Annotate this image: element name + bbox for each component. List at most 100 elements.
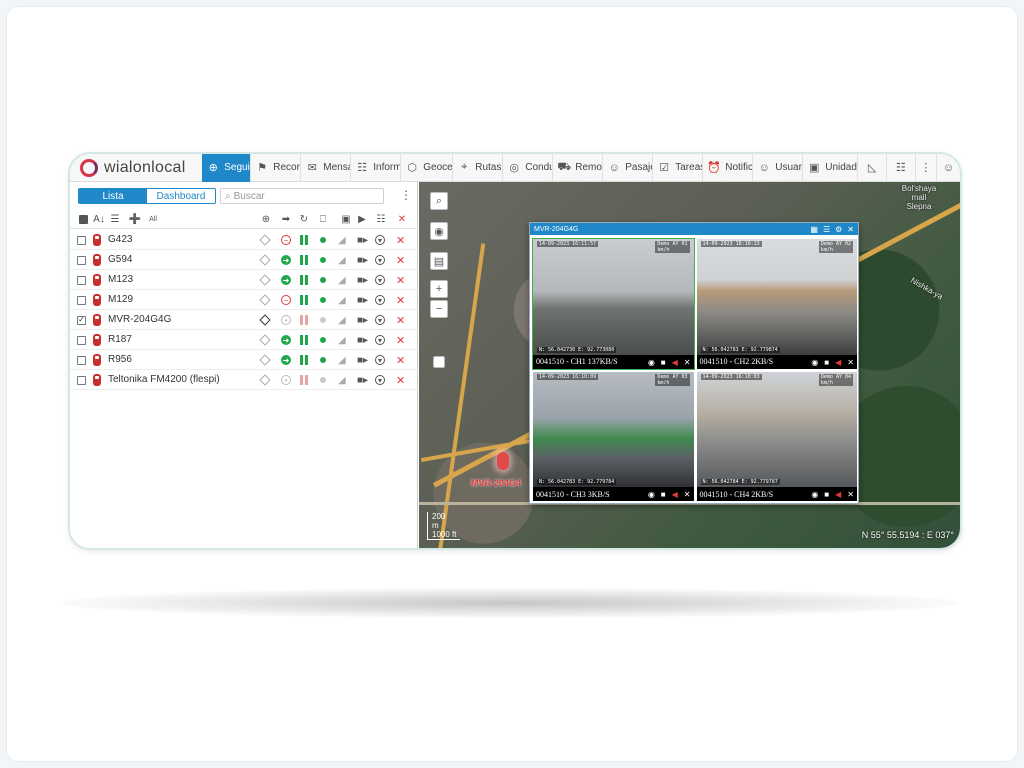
- unit-name[interactable]: MVR-204G4G: [108, 314, 171, 325]
- zoom-out-button[interactable]: −: [430, 300, 448, 318]
- mute-icon[interactable]: ◀: [835, 490, 841, 499]
- unit-checkbox[interactable]: [77, 373, 86, 387]
- delete-icon[interactable]: ✕: [396, 373, 405, 387]
- sort-az-icon[interactable]: A↓: [92, 212, 106, 226]
- close-icon[interactable]: ✕: [847, 225, 854, 234]
- unit-row[interactable]: R187 ➜ ◢ ■▸ ▾ ✕: [70, 330, 418, 350]
- locate-icon[interactable]: [259, 233, 271, 247]
- image-icon[interactable]: ◢: [338, 353, 346, 367]
- camera-feed-3[interactable]: 14-09-2023 16:10:09 Demo AY 03 km/h N: 5…: [533, 371, 694, 501]
- list-icon[interactable]: ☰: [823, 225, 830, 234]
- camera-icon[interactable]: ◉: [648, 490, 655, 499]
- delete-icon[interactable]: ✕: [396, 333, 405, 347]
- locate-icon[interactable]: [259, 373, 271, 387]
- tab-6[interactable]: ⌖ Rutas: [453, 154, 504, 182]
- locate-icon[interactable]: [259, 253, 271, 267]
- camera-feed-4[interactable]: 14-09-2023 16:10:03 Demo AY 04 km/h N: 5…: [696, 371, 857, 501]
- panel-menu-icon[interactable]: ⋮: [400, 188, 412, 202]
- video-window-header[interactable]: MVR-204G4G ▦ ☰ ⚙ ✕: [530, 223, 858, 235]
- motion-column-icon[interactable]: ➡: [279, 212, 293, 226]
- map-search-button[interactable]: ⌕: [430, 192, 448, 210]
- unit-name[interactable]: R956: [108, 354, 132, 365]
- unit-checkbox[interactable]: [77, 353, 86, 367]
- unit-name[interactable]: R187: [108, 334, 132, 345]
- commands-icon[interactable]: ▾: [375, 353, 385, 367]
- search-input[interactable]: ⌕ Buscar: [220, 188, 384, 204]
- select-all-checkbox[interactable]: [76, 212, 90, 226]
- unit-row[interactable]: R956 ➜ ◢ ■▸ ▾ ✕: [70, 350, 418, 370]
- stop-icon[interactable]: ■: [661, 490, 666, 499]
- delete-icon[interactable]: ✕: [396, 233, 405, 247]
- commands-icon[interactable]: ▾: [375, 293, 385, 307]
- locate-icon[interactable]: [259, 333, 271, 347]
- mute-icon[interactable]: ◀: [672, 490, 678, 499]
- tab-8[interactable]: ⛟Remolques: [553, 154, 604, 182]
- unit-name[interactable]: M129: [108, 294, 133, 305]
- tab-3[interactable]: ✉ Mensajes: [301, 154, 352, 182]
- unit-name[interactable]: M123: [108, 274, 133, 285]
- video-column-icon[interactable]: ▶: [355, 212, 369, 226]
- unit-checkbox[interactable]: [77, 293, 86, 307]
- delete-icon[interactable]: ✕: [396, 273, 405, 287]
- user-menu[interactable]: ☺: [937, 154, 960, 182]
- fullscreen-icon[interactable]: ✕: [684, 358, 691, 367]
- unit-row[interactable]: M123 ➜ ◢ ■▸ ▾ ✕: [70, 270, 418, 290]
- tab-13[interactable]: ▣ Unidades: [803, 154, 859, 182]
- map-layers-button[interactable]: ▤: [430, 252, 448, 270]
- unit-row[interactable]: G594 ➜ ◢ ■▸ ▾ ✕: [70, 250, 418, 270]
- unit-row[interactable]: Teltonika FM4200 (flespi) • ◢ ■▸ ▾ ✕: [70, 370, 418, 390]
- tab-10[interactable]: ☑ Tareas: [653, 154, 704, 182]
- commands-icon[interactable]: ▾: [375, 233, 385, 247]
- tab-1[interactable]: ⊕ Seguimiento: [202, 154, 252, 182]
- locate-icon[interactable]: [259, 353, 271, 367]
- layout-icon[interactable]: ▦: [810, 225, 818, 234]
- locate-icon[interactable]: [259, 293, 271, 307]
- tab-2[interactable]: ⚑ Recorridos: [251, 154, 302, 182]
- video-icon[interactable]: ■▸: [357, 293, 368, 307]
- video-icon[interactable]: ■▸: [357, 253, 368, 267]
- unit-name[interactable]: G423: [108, 234, 132, 245]
- commands-icon[interactable]: ▾: [375, 253, 385, 267]
- locate-icon[interactable]: [259, 273, 271, 287]
- video-icon[interactable]: ■▸: [357, 373, 368, 387]
- tab-5[interactable]: ⬡ Geocercas: [401, 154, 454, 182]
- image-icon[interactable]: ◢: [338, 333, 346, 347]
- tab-list[interactable]: Lista: [79, 189, 147, 203]
- delete-icon[interactable]: ✕: [396, 313, 405, 327]
- map-visibility-button[interactable]: ◉: [430, 222, 448, 240]
- unit-checkbox[interactable]: ✓: [77, 313, 86, 327]
- settings-icon[interactable]: ⚙: [835, 225, 842, 234]
- mute-icon[interactable]: ◀: [835, 358, 841, 367]
- image-icon[interactable]: ◢: [338, 273, 346, 287]
- commands-icon[interactable]: ▾: [375, 333, 385, 347]
- camera-icon[interactable]: ◉: [648, 358, 655, 367]
- image-icon[interactable]: ◢: [338, 233, 346, 247]
- add-units-icon[interactable]: ➕: [128, 212, 142, 226]
- map-view[interactable]: Bol'shaya mall Slepna Nishka-ya ⌕ ◉ ▤ + …: [419, 182, 960, 548]
- commands-icon[interactable]: ▾: [375, 273, 385, 287]
- map-toggle-button[interactable]: [433, 356, 445, 368]
- tab-measure[interactable]: ◺: [858, 154, 887, 182]
- delete-icon[interactable]: ✕: [396, 353, 405, 367]
- unit-checkbox[interactable]: [77, 333, 86, 347]
- unit-name[interactable]: G594: [108, 254, 132, 265]
- image-icon[interactable]: ◢: [338, 373, 346, 387]
- camera-icon[interactable]: ◉: [811, 490, 818, 499]
- list-view-icon[interactable]: ☰: [108, 212, 122, 226]
- image-icon[interactable]: ◢: [338, 253, 346, 267]
- video-icon[interactable]: ■▸: [357, 313, 368, 327]
- locate-icon[interactable]: [259, 313, 271, 327]
- camera-feed-2[interactable]: 14-09-2023 16:10:13 Demo AY 02 km/h N: 5…: [696, 239, 857, 369]
- image-icon[interactable]: ◢: [338, 293, 346, 307]
- delete-column-icon[interactable]: ✕: [395, 212, 409, 226]
- tab-4[interactable]: ☷ Informes: [351, 154, 402, 182]
- unit-checkbox[interactable]: [77, 233, 86, 247]
- all-units-button[interactable]: All: [146, 212, 160, 226]
- unit-row[interactable]: M129 − ◢ ■▸ ▾ ✕: [70, 290, 418, 310]
- tab-dashboard[interactable]: Dashboard: [147, 189, 215, 203]
- tab-12[interactable]: ☺ Usuarios: [753, 154, 804, 182]
- tab-9[interactable]: ☺ Pasajeros: [603, 154, 654, 182]
- tab-7[interactable]: ◎ Conductores: [503, 154, 554, 182]
- video-icon[interactable]: ■▸: [357, 233, 368, 247]
- commands-icon[interactable]: ▾: [375, 373, 385, 387]
